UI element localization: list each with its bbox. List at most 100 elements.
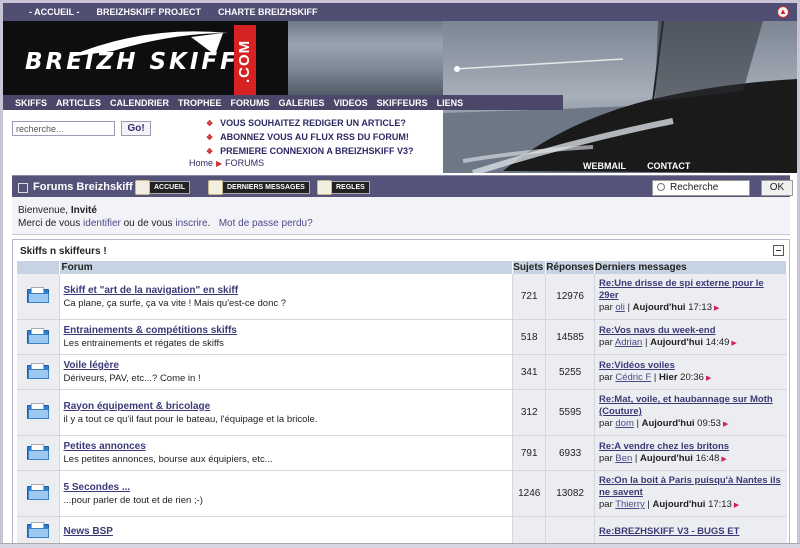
forum-folder-cell bbox=[17, 470, 60, 517]
current-user: Invité bbox=[70, 205, 97, 216]
last-message-link[interactable]: Re:BREZHSKIFF V3 - BUGS ET bbox=[599, 526, 783, 538]
acrobat-icon[interactable]: ▲ bbox=[777, 6, 789, 18]
forum-topic-count: 721 bbox=[512, 274, 547, 320]
last-message-cell: Re:Vidéos voiles par Cédric F | Hier 20:3… bbox=[594, 354, 787, 390]
contact-link[interactable]: CONTACT bbox=[647, 161, 690, 171]
forum-name-link[interactable]: 5 Secondes ... bbox=[64, 481, 509, 494]
horizontal-scrollbar[interactable] bbox=[0, 543, 800, 548]
forum-description: Les petites annonces, bourse aux équipie… bbox=[63, 454, 273, 465]
promo-link-rss[interactable]: ❖ ABONNEZ VOUS AU FLUX RSS DU FORUM! bbox=[206, 130, 414, 144]
forum-folder-cell bbox=[17, 435, 60, 471]
menu-articles[interactable]: ARTICLES bbox=[56, 98, 101, 108]
last-message-author[interactable]: oli bbox=[615, 302, 625, 313]
last-message-link[interactable]: Re:Vos navs du week-end bbox=[599, 325, 783, 337]
last-message-author[interactable]: Ben bbox=[615, 453, 632, 464]
last-message-day: Aujourd'hui bbox=[640, 452, 693, 464]
last-message-link[interactable]: Re:On la boit à Paris puisqu'à Nantes il… bbox=[599, 475, 783, 499]
forum-description: Ca plane, ça surfe, ça va vite ! Mais qu… bbox=[63, 297, 287, 309]
page: - ACCUEIL - BREIZHSKIFF PROJECT CHARTE B… bbox=[3, 3, 797, 543]
breadcrumb-arrow-icon: ▶ bbox=[216, 159, 223, 168]
site-search-button[interactable]: Go! bbox=[121, 121, 152, 136]
menu-trophee[interactable]: TROPHEE bbox=[178, 98, 222, 108]
forum-search-ok-button[interactable]: OK bbox=[761, 180, 793, 196]
forum-description: Les entrainements et régates de skiffs bbox=[63, 338, 224, 349]
forum-name-link[interactable]: Entrainements & compétitions skiffs bbox=[64, 324, 509, 337]
forum-name-link[interactable]: Skiff et "art de la navigation" en skiff bbox=[64, 284, 509, 297]
derniers-messages-button[interactable]: DERNIERS MESSAGES bbox=[208, 180, 310, 195]
menu-calendrier[interactable]: CALENDRIER bbox=[110, 98, 169, 108]
webmail-link[interactable]: WEBMAIL bbox=[583, 161, 626, 171]
last-message-cell: Re:BREZHSKIFF V3 - BUGS ET bbox=[594, 516, 787, 543]
register-link[interactable]: inscrire bbox=[175, 218, 207, 229]
last-message-author[interactable]: Thierry bbox=[615, 499, 645, 510]
forum-name-link[interactable]: Voile légère bbox=[64, 359, 509, 372]
forum-topic-count: 1246 bbox=[512, 470, 547, 517]
forum-table-header: Forum Sujets Réponses Derniers messages bbox=[17, 261, 787, 274]
top-nav-project[interactable]: BREIZHSKIFF PROJECT bbox=[97, 7, 202, 17]
go-to-last-message-icon[interactable]: ▶ bbox=[723, 421, 728, 428]
last-message-meta: par oli | Aujourd'hui 17:13 ▶ bbox=[599, 302, 720, 313]
last-message-link[interactable]: Re:A vendre chez les britons bbox=[599, 441, 783, 453]
login-link[interactable]: identifier bbox=[83, 218, 121, 229]
menu-skiffeurs[interactable]: SKIFFEURS bbox=[377, 98, 428, 108]
forum-row[interactable]: Entrainements & compétitions skiffs Les e… bbox=[17, 319, 787, 355]
category-collapse-icon[interactable] bbox=[773, 245, 784, 256]
forum-topic-count: 341 bbox=[512, 354, 547, 390]
welcome-line-2: Merci de vous identifier ou de vous insc… bbox=[18, 218, 313, 229]
promo-link-connexion[interactable]: ❖ PREMIERE CONNEXION A BREIZHSKIFF V3? bbox=[206, 144, 414, 158]
forum-row[interactable]: 5 Secondes ... ...pour parler de tout et … bbox=[17, 470, 787, 517]
last-message-cell: Re:On la boit à Paris puisqu'à Nantes il… bbox=[594, 470, 787, 517]
accueil-button[interactable]: ACCUEIL bbox=[135, 180, 191, 195]
forum-name-link[interactable]: Petites annonces bbox=[64, 440, 509, 453]
forum-search-input[interactable]: Recherche bbox=[652, 180, 750, 196]
last-message-author[interactable]: Cédric F bbox=[615, 372, 651, 383]
forum-row[interactable]: Voile légère Dériveurs, PAV, etc...? Come… bbox=[17, 354, 787, 390]
last-message-author[interactable]: Adrian bbox=[615, 337, 642, 348]
promo-link-article[interactable]: ❖ VOUS SOUHAITEZ REDIGER UN ARTICLE? bbox=[206, 116, 414, 130]
forum-info-cell: 5 Secondes ... ...pour parler de tout et … bbox=[59, 470, 514, 517]
go-to-last-message-icon[interactable]: ▶ bbox=[734, 502, 739, 509]
forum-row[interactable]: Rayon équipement & bricolage il y a tout … bbox=[17, 389, 787, 436]
logo-text[interactable]: BREIZH SKIFF bbox=[25, 49, 239, 75]
top-nav-accueil[interactable]: - ACCUEIL - bbox=[29, 7, 80, 17]
last-message-link[interactable]: Re:Mat, voile, et haubannage sur Moth (C… bbox=[599, 394, 783, 418]
last-message-meta: par Adrian | Aujourd'hui 14:49 ▶ bbox=[599, 336, 737, 348]
forum-info-cell: Rayon équipement & bricolage il y a tout … bbox=[59, 389, 514, 436]
forum-row[interactable]: Skiff et "art de la navigation" en skiff… bbox=[17, 274, 787, 320]
go-to-last-message-icon[interactable]: ▶ bbox=[714, 305, 719, 312]
menu-liens[interactable]: LIENS bbox=[437, 98, 464, 108]
forum-row[interactable]: News BSP Re:BREZHSKIFF V3 - BUGS ET bbox=[17, 516, 787, 543]
forum-title: Forums Breizhskiff bbox=[33, 181, 133, 193]
folder-icon bbox=[26, 484, 49, 500]
last-message-link[interactable]: Re:Une drisse de spi externe pour le 29e… bbox=[599, 278, 783, 302]
menu-forums[interactable]: FORUMS bbox=[231, 98, 270, 108]
breadcrumb-home[interactable]: Home bbox=[189, 158, 213, 168]
last-message-day: Aujourd'hui bbox=[632, 302, 686, 313]
welcome-line-1: Bienvenue, Invité bbox=[18, 205, 97, 216]
last-message-author[interactable]: dom bbox=[615, 418, 633, 429]
menu-videos[interactable]: VIDEOS bbox=[334, 98, 368, 108]
forum-info-cell: Skiff et "art de la navigation" en skiff… bbox=[59, 274, 514, 320]
forum-row[interactable]: Petites annonces Les petites annonces, bo… bbox=[17, 435, 787, 471]
top-nav-charte[interactable]: CHARTE BREIZHSKIFF bbox=[218, 7, 318, 17]
go-to-last-message-icon[interactable]: ▶ bbox=[721, 456, 726, 463]
last-message-link[interactable]: Re:Vidéos voiles bbox=[599, 360, 783, 372]
site-search-input[interactable] bbox=[12, 121, 115, 136]
breadcrumb: Home ▶ FORUMS bbox=[189, 158, 264, 168]
regles-button[interactable]: REGLES bbox=[317, 180, 370, 195]
forum-info-cell: News BSP bbox=[59, 516, 514, 543]
forum-name-link[interactable]: Rayon équipement & bricolage bbox=[64, 400, 509, 413]
menu-skiffs[interactable]: SKIFFS bbox=[15, 98, 47, 108]
forum-topic-count: 518 bbox=[512, 319, 547, 355]
go-to-last-message-icon[interactable]: ▶ bbox=[731, 340, 736, 347]
forum-reply-count: 13082 bbox=[545, 470, 595, 517]
forum-description: Dériveurs, PAV, etc...? Come in ! bbox=[63, 373, 201, 384]
forgot-password-link[interactable]: Mot de passe perdu? bbox=[219, 218, 313, 229]
forum-collapse-icon[interactable] bbox=[18, 183, 28, 193]
forum-name-link[interactable]: News BSP bbox=[64, 525, 509, 538]
last-message-day: Hier bbox=[659, 371, 678, 383]
go-to-last-message-icon[interactable]: ▶ bbox=[706, 375, 711, 382]
last-message-time: 14:49 bbox=[705, 336, 730, 348]
logo-com: .COM bbox=[234, 25, 256, 97]
menu-galeries[interactable]: GALERIES bbox=[279, 98, 325, 108]
